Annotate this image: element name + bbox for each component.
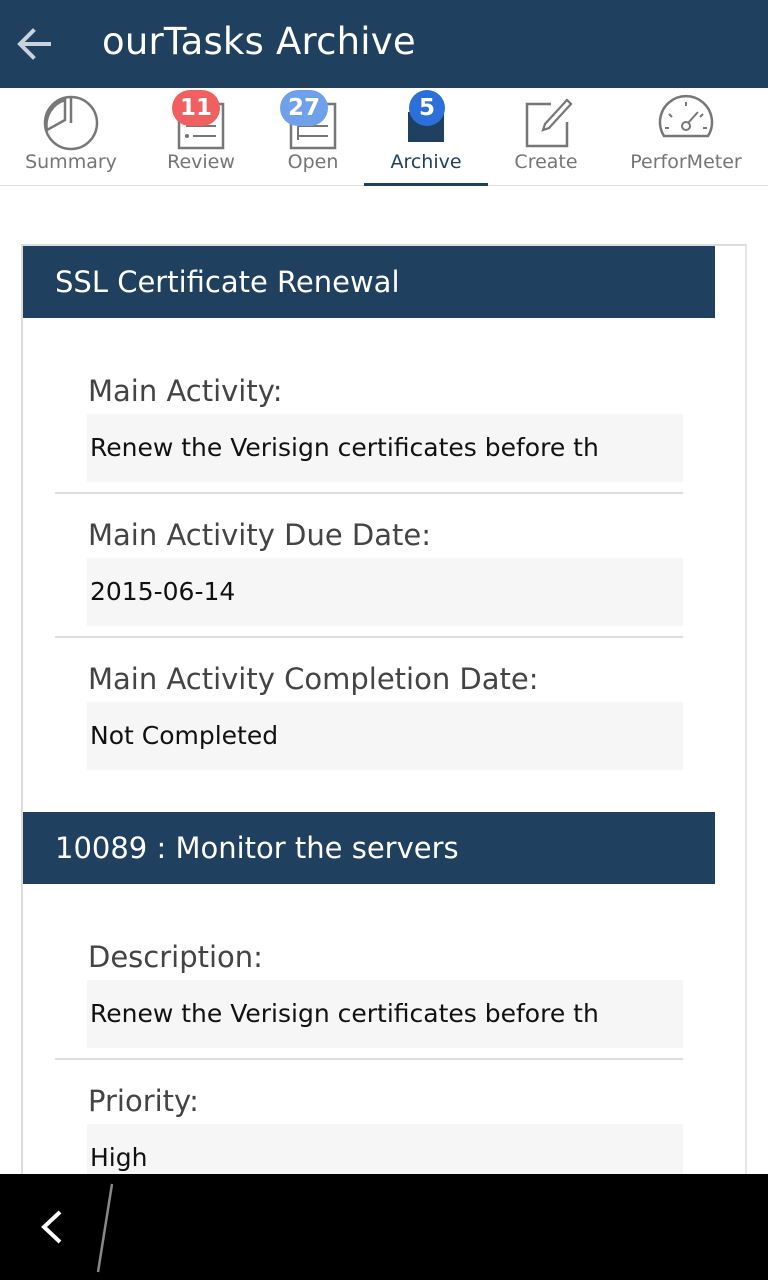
tab-open[interactable]: 27 Open — [252, 88, 374, 185]
section-title: SSL Certificate Renewal — [55, 265, 400, 299]
tab-review[interactable]: 11 Review — [140, 88, 262, 185]
tab-performeter[interactable]: PerforMeter — [618, 88, 754, 185]
tab-create[interactable]: Create — [486, 88, 606, 185]
tab-label: Summary — [25, 151, 117, 173]
open-badge: 27 — [280, 90, 329, 126]
speedometer-icon — [658, 94, 714, 138]
field-label: Main Activity: — [88, 374, 283, 408]
system-nav-bar — [0, 1174, 768, 1280]
pie-chart-icon — [43, 95, 99, 151]
completion-date-value: Not Completed — [87, 702, 683, 770]
field-label: Description: — [88, 940, 263, 974]
section-header: 10089 : Monitor the servers — [23, 812, 715, 884]
tab-summary[interactable]: Summary — [10, 88, 132, 185]
due-date-value: 2015-06-14 — [87, 558, 683, 626]
back-button[interactable] — [12, 22, 56, 66]
swipe-divider-icon — [96, 1183, 114, 1273]
tab-bar: Summary 11 Review 27 Open 5 Archive Crea… — [0, 88, 768, 187]
app-bar: ourTasks Archive — [0, 0, 768, 88]
tab-archive[interactable]: 5 Archive — [364, 88, 488, 187]
field-label: Main Activity Due Date: — [88, 518, 431, 552]
divider — [55, 492, 683, 494]
divider — [55, 1058, 683, 1060]
field-label: Priority: — [88, 1084, 199, 1118]
main-activity-value: Renew the Verisign certificates before t… — [87, 414, 683, 482]
priority-value: High — [87, 1124, 683, 1174]
review-badge: 11 — [172, 90, 221, 126]
archive-badge: 5 — [409, 90, 445, 126]
section-header: SSL Certificate Renewal — [23, 246, 715, 318]
field-label: Main Activity Completion Date: — [88, 662, 539, 696]
tab-label: Open — [287, 151, 339, 173]
arrow-left-icon — [17, 28, 51, 60]
divider — [55, 636, 683, 638]
archive-content[interactable]: SSL Certificate Renewal Main Activity: R… — [0, 186, 768, 1174]
tab-label: Review — [167, 151, 235, 173]
chevron-left-icon[interactable] — [30, 1204, 76, 1250]
tab-label: Archive — [390, 151, 462, 173]
tab-label: PerforMeter — [630, 151, 742, 173]
tab-label: Create — [514, 151, 578, 173]
section-title: 10089 : Monitor the servers — [55, 831, 459, 865]
task-card: SSL Certificate Renewal Main Activity: R… — [21, 244, 747, 1174]
description-value: Renew the Verisign certificates before t… — [87, 980, 683, 1048]
edit-pencil-icon — [525, 98, 573, 148]
page-title: ourTasks Archive — [102, 20, 416, 63]
